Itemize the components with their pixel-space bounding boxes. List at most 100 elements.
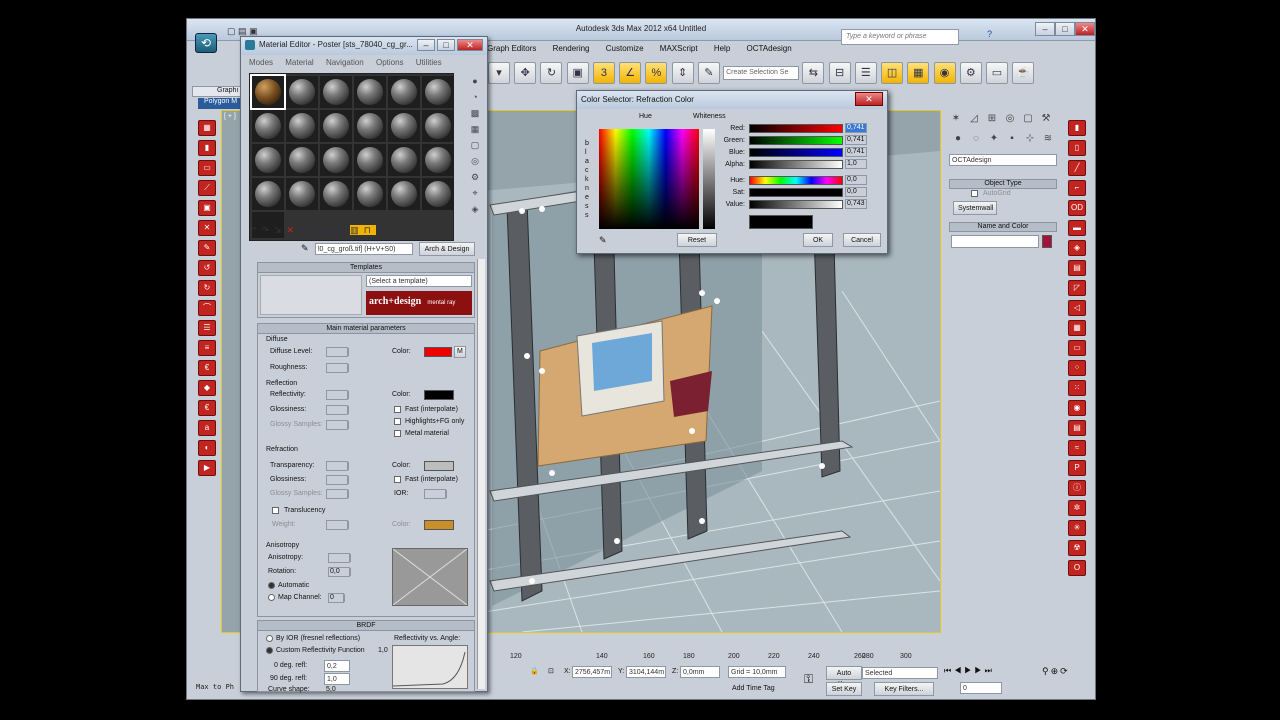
go-end-icon[interactable]: ⏭ [985,666,995,675]
put-to-scene-icon[interactable]: ↷ [262,225,275,235]
get-material-icon[interactable]: ↶ [249,225,262,235]
schematic-view-icon[interactable]: ▦ [907,62,930,84]
sample-slot[interactable] [320,144,352,176]
cross-tool-icon[interactable]: ✕ [198,220,216,236]
name-color-header[interactable]: Name and Color [949,222,1057,232]
box3d-tool-icon[interactable]: ◈ [1068,240,1086,256]
angle-tool-icon[interactable]: ⟋ [198,180,216,196]
sample-slot[interactable] [252,110,284,142]
blue-value-field[interactable]: 0,741 [845,147,867,157]
net-tool-icon[interactable]: ✳ [1068,520,1086,536]
sample-slot[interactable] [286,178,318,210]
ior-spinner[interactable] [424,489,447,499]
dots-tool-icon[interactable]: ⁘ [1068,360,1086,376]
params-scrollbar[interactable] [477,259,485,689]
camera-tool-icon[interactable]: ▶ [198,460,216,476]
menu-modes[interactable]: Modes [249,58,273,67]
curve-tool-icon[interactable]: ↻ [198,280,216,296]
menu-navigation[interactable]: Navigation [326,58,364,67]
material-name-field[interactable]: l0_cg_groß.tif] (H+V+S0) [315,243,413,255]
metal-material-checkbox[interactable] [394,430,401,437]
highlights-fg-checkbox[interactable] [394,418,401,425]
euro-tool-icon[interactable]: € [198,360,216,376]
selection-filter-dropdown[interactable]: Selected [862,667,938,679]
move-icon[interactable]: ✥ [514,62,537,84]
menu-rendering[interactable]: Rendering [553,44,590,53]
time-ruler[interactable]: 120 140 160 180 200 220 240 260 280 300 [488,652,940,664]
shapes-icon[interactable]: ◌ [968,133,984,147]
sample-slot[interactable] [252,178,284,210]
sample-slot[interactable] [320,76,352,108]
layer-manager-icon[interactable]: ☰ [854,62,877,84]
backlight-icon[interactable]: ◔ [467,89,483,105]
menu-utilities[interactable]: Utilities [416,58,442,67]
rotate-icon[interactable]: ↻ [540,62,563,84]
refraction-color-swatch[interactable] [424,461,454,471]
roughness-spinner[interactable] [326,363,349,373]
triangle-tool-icon[interactable]: ◁ [1068,300,1086,316]
lights-icon[interactable]: ✦ [986,133,1002,147]
preview-icon[interactable]: ◎ [467,153,483,169]
spacewarps-icon[interactable]: ≋ [1040,133,1056,147]
column-tool-icon[interactable]: ▯ [1068,140,1086,156]
edit-named-selection-icon[interactable]: ✎ [697,62,720,84]
add-time-tag-button[interactable]: Add Time Tag [732,685,775,692]
green-value-field[interactable]: 0,741 [845,135,867,145]
dots2-tool-icon[interactable]: ⁙ [1068,380,1086,396]
make-unique-icon[interactable]: ⊡ [311,225,324,235]
sample-slot[interactable] [422,76,454,108]
grid2-tool-icon[interactable]: ▦ [1068,320,1086,336]
sample-slot[interactable] [354,76,386,108]
curve-editor-icon[interactable]: ◫ [881,62,904,84]
snap-3d-icon[interactable]: 3 [592,62,615,84]
eyedropper-icon[interactable]: ✎ [301,243,309,254]
maximize-button[interactable]: □ [1055,22,1075,36]
dropdown-arrow-icon[interactable]: ▾ [488,62,510,84]
sample-slot[interactable] [388,144,420,176]
list-tool-icon[interactable]: ☰ [198,320,216,336]
zoom-icon[interactable]: ⚲ [1042,666,1051,676]
motion-tab-icon[interactable]: ◎ [1002,113,1018,127]
automatic-radio[interactable] [268,582,275,589]
z-coordinate-field[interactable]: 0,0mm [680,666,720,678]
ols-tool-icon[interactable]: O [1068,560,1086,576]
search-input[interactable]: Type a keyword or phrase [841,29,959,45]
sphere-tool-icon[interactable]: ◉ [1068,400,1086,416]
menu-customize[interactable]: Customize [606,44,644,53]
app-logo-icon[interactable]: ⟲ [195,33,217,53]
object-category-dropdown[interactable]: OCTAdesign [949,154,1057,166]
ok-button[interactable]: OK [803,233,833,247]
navigator-icon[interactable]: ◈ [467,201,483,217]
select-by-material-icon[interactable]: ⌖ [467,185,483,201]
sample-type-icon[interactable]: ● [467,73,483,89]
medit-close-button[interactable]: ✕ [457,39,483,51]
wall-tool-icon[interactable]: ▮ [1068,120,1086,136]
corner-tool-icon[interactable]: ◸ [1068,280,1086,296]
lock-icon[interactable]: 🔒 [530,667,539,675]
cancel-button[interactable]: Cancel [843,233,881,247]
medit-minimize-button[interactable]: – [417,39,435,51]
assign-material-icon[interactable]: ⇲ [274,225,287,235]
open-file-icon[interactable]: ▤ [238,26,247,36]
menu-octadesign[interactable]: OCTAdesign [747,44,792,53]
doc-tool-icon[interactable]: ▤ [1068,420,1086,436]
maxscript-listener[interactable]: Max to Ph [196,683,234,691]
sample-slot[interactable] [388,178,420,210]
blue-slider[interactable] [749,148,843,157]
refraction-fast-checkbox[interactable] [394,476,401,483]
video-color-icon[interactable]: ▢ [467,137,483,153]
reflection-fast-checkbox[interactable] [394,406,401,413]
templates-header[interactable]: Templates [258,263,474,273]
current-frame-field[interactable]: 0 [960,682,1002,694]
value-slider[interactable] [749,200,843,209]
sample-slot[interactable] [354,110,386,142]
hue-slider[interactable] [749,176,843,185]
reflection-samples-spinner[interactable] [326,420,349,430]
sample-slot[interactable] [422,178,454,210]
save-file-icon[interactable]: ▣ [249,26,258,36]
by-ior-radio[interactable] [266,635,273,642]
material-editor-icon[interactable]: ◉ [933,62,956,84]
hook-tool-icon[interactable]: ↺ [198,260,216,276]
menu-graph-editors[interactable]: Graph Editors [487,44,536,53]
ribbon-tab-polygon[interactable]: Polygon M [198,98,242,109]
